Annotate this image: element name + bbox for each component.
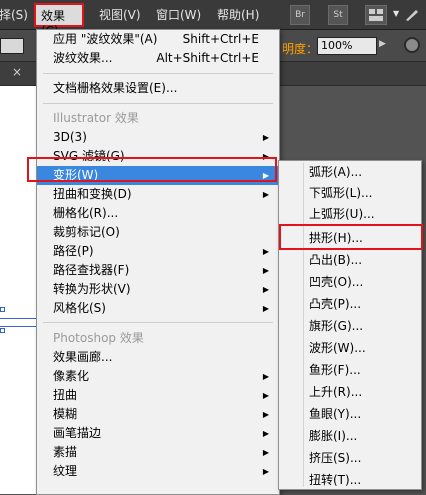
warp-arch-item[interactable]: 拱形(H)... [279,229,421,248]
menu-item-label: 转换为形状(V) [53,282,131,296]
submenu-arrow-icon: ▶ [262,448,269,457]
bridge-icon[interactable]: Br [290,5,310,25]
warp-submenu: 弧形(A)... 下弧形(L)... 上弧形(U)... 拱形(H)... 凸出… [278,160,422,490]
warp-flag-item[interactable]: 旗形(G)... [279,317,421,336]
warp-inflate-item[interactable]: 膨胀(I)... [279,427,421,446]
menu-item-svg-filters[interactable]: SVG 滤镜(G) ▶ [37,147,279,166]
selected-path [0,318,36,319]
stock-icon[interactable]: St [328,5,348,25]
submenu-arrow-icon: ▶ [262,410,269,419]
menu-item-rasterize[interactable]: 栅格化(R)... [37,204,279,223]
menu-separator [43,322,273,323]
menu-item-sketch[interactable]: 素描 ▶ [37,443,279,462]
menu-item-texture[interactable]: 纹理 ▶ [37,462,279,481]
menu-view[interactable]: 视图(V) [99,6,141,23]
submenu-arrow-icon: ▶ [262,467,269,476]
warp-fisheye-item[interactable]: 鱼眼(Y)... [279,405,421,424]
menu-item-crop-marks[interactable]: 裁剪标记(O) [37,223,279,242]
submenu-arrow-icon: ▶ [262,391,269,400]
menu-item-distort[interactable]: 扭曲 ▶ [37,386,279,405]
submenu-arrow-icon: ▶ [262,152,269,161]
menu-item-shortcut: Alt+Shift+Ctrl+E [156,51,259,65]
warp-shell-lower-item[interactable]: 凹壳(O)... [279,273,421,292]
stroke-swatch[interactable] [0,38,24,54]
opacity-label: 明度： [282,42,319,56]
menu-item-label: 像素化 [53,369,90,383]
menu-item-pathfinder[interactable]: 路径查找器(F) ▶ [37,261,279,280]
menu-item-label: 纹理 [53,464,78,478]
menu-item-effect-gallery[interactable]: 效果画廊... [37,348,279,367]
menu-effect[interactable]: 效果(C) [34,3,84,38]
selected-path [0,326,36,327]
submenu-arrow-icon: ▶ [262,429,269,438]
pen-icon[interactable] [404,8,420,22]
illustrator-effects-heading: Illustrator 效果 [53,111,139,125]
document-raster-settings-item[interactable]: 文档栅格效果设置(E)... [37,79,279,98]
submenu-arrow-icon: ▶ [262,372,269,381]
menu-separator [43,73,273,74]
arrange-documents-icon[interactable] [365,5,387,25]
apply-last-effect-item[interactable]: 应用 "波纹效果"(A) Shift+Ctrl+E [37,30,279,49]
menu-bar: 择(S) 效果(C) 视图(V) 窗口(W) 帮助(H) Br St ▼ [0,0,426,38]
menu-help[interactable]: 帮助(H) [217,6,259,23]
menu-item-label: 变形(W) [53,168,99,182]
submenu-arrow-icon: ▶ [262,190,269,199]
effect-menu: 应用 "波纹效果"(A) Shift+Ctrl+E 波纹效果... Alt+Sh… [36,29,280,495]
menu-item-label: 风格化(S) [53,301,106,315]
menu-item-shortcut: Shift+Ctrl+E [182,32,259,46]
submenu-arrow-icon: ▶ [262,171,269,180]
last-effect-item[interactable]: 波纹效果... Alt+Shift+Ctrl+E [37,49,279,68]
warp-rise-item[interactable]: 上升(R)... [279,383,421,402]
submenu-arrow-icon: ▶ [262,285,269,294]
anchor-point [0,307,5,312]
menu-item-label: 扭曲 [53,388,78,402]
warp-fish-item[interactable]: 鱼形(F)... [279,361,421,380]
menu-select[interactable]: 择(S) [0,6,28,23]
menu-item-label: 应用 "波纹效果"(A) [53,32,158,46]
menu-item-label: SVG 滤镜(G) [53,149,125,163]
warp-arc-lower-item[interactable]: 下弧形(L)... [279,184,421,203]
artboard-canvas[interactable] [0,86,36,494]
submenu-arrow-icon: ▶ [262,304,269,313]
warp-twist-item[interactable]: 扭转(T)... [279,471,421,490]
menu-item-blur[interactable]: 模糊 ▶ [37,405,279,424]
menu-item-3d[interactable]: 3D(3) ▶ [37,128,279,147]
menu-item-label: 扭曲和变换(D) [53,187,132,201]
menu-window[interactable]: 窗口(W) [156,6,201,23]
menu-item-path[interactable]: 路径(P) ▶ [37,242,279,261]
menu-item-label: 画笔描边 [53,426,102,440]
menu-item-pixelate[interactable]: 像素化 ▶ [37,367,279,386]
effect-menu-overflow [37,480,279,494]
menu-item-label: 3D(3) [53,130,87,144]
warp-wave-item[interactable]: 波形(W)... [279,339,421,358]
opacity-input[interactable]: 100% [317,37,377,55]
submenu-arrow-icon: ▶ [262,247,269,256]
menu-item-distort-transform[interactable]: 扭曲和变换(D) ▶ [37,185,279,204]
arrange-dropdown-chevron-icon[interactable]: ▼ [393,9,399,18]
anchor-point [0,328,5,333]
menu-item-label: 素描 [53,445,78,459]
photoshop-effects-heading: Photoshop 效果 [53,331,144,345]
warp-squeeze-item[interactable]: 挤压(S)... [279,449,421,468]
menu-separator [43,103,273,104]
opacity-dropdown-icon[interactable]: ▶ [379,39,386,49]
menu-item-label: 路径查找器(F) [53,263,130,277]
warp-bulge-item[interactable]: 凸出(B)... [279,251,421,270]
warp-shell-upper-item[interactable]: 凸壳(P)... [279,295,421,314]
menu-item-label: 路径(P) [53,244,94,258]
recolor-icon[interactable] [404,37,420,53]
menu-item-warp[interactable]: 变形(W) ▶ [37,166,279,185]
submenu-arrow-icon: ▶ [262,266,269,275]
menu-item-label: 波纹效果... [53,51,113,65]
menu-item-convert-to-shape[interactable]: 转换为形状(V) ▶ [37,280,279,299]
warp-arc-upper-item[interactable]: 上弧形(U)... [279,205,421,224]
submenu-arrow-icon: ▶ [262,133,269,142]
close-tab-icon[interactable]: × [12,65,22,79]
menu-item-stylize[interactable]: 风格化(S) ▶ [37,299,279,318]
warp-arc-item[interactable]: 弧形(A)... [279,163,421,182]
menu-item-label: 模糊 [53,407,78,421]
menu-item-brush-strokes[interactable]: 画笔描边 ▶ [37,424,279,443]
